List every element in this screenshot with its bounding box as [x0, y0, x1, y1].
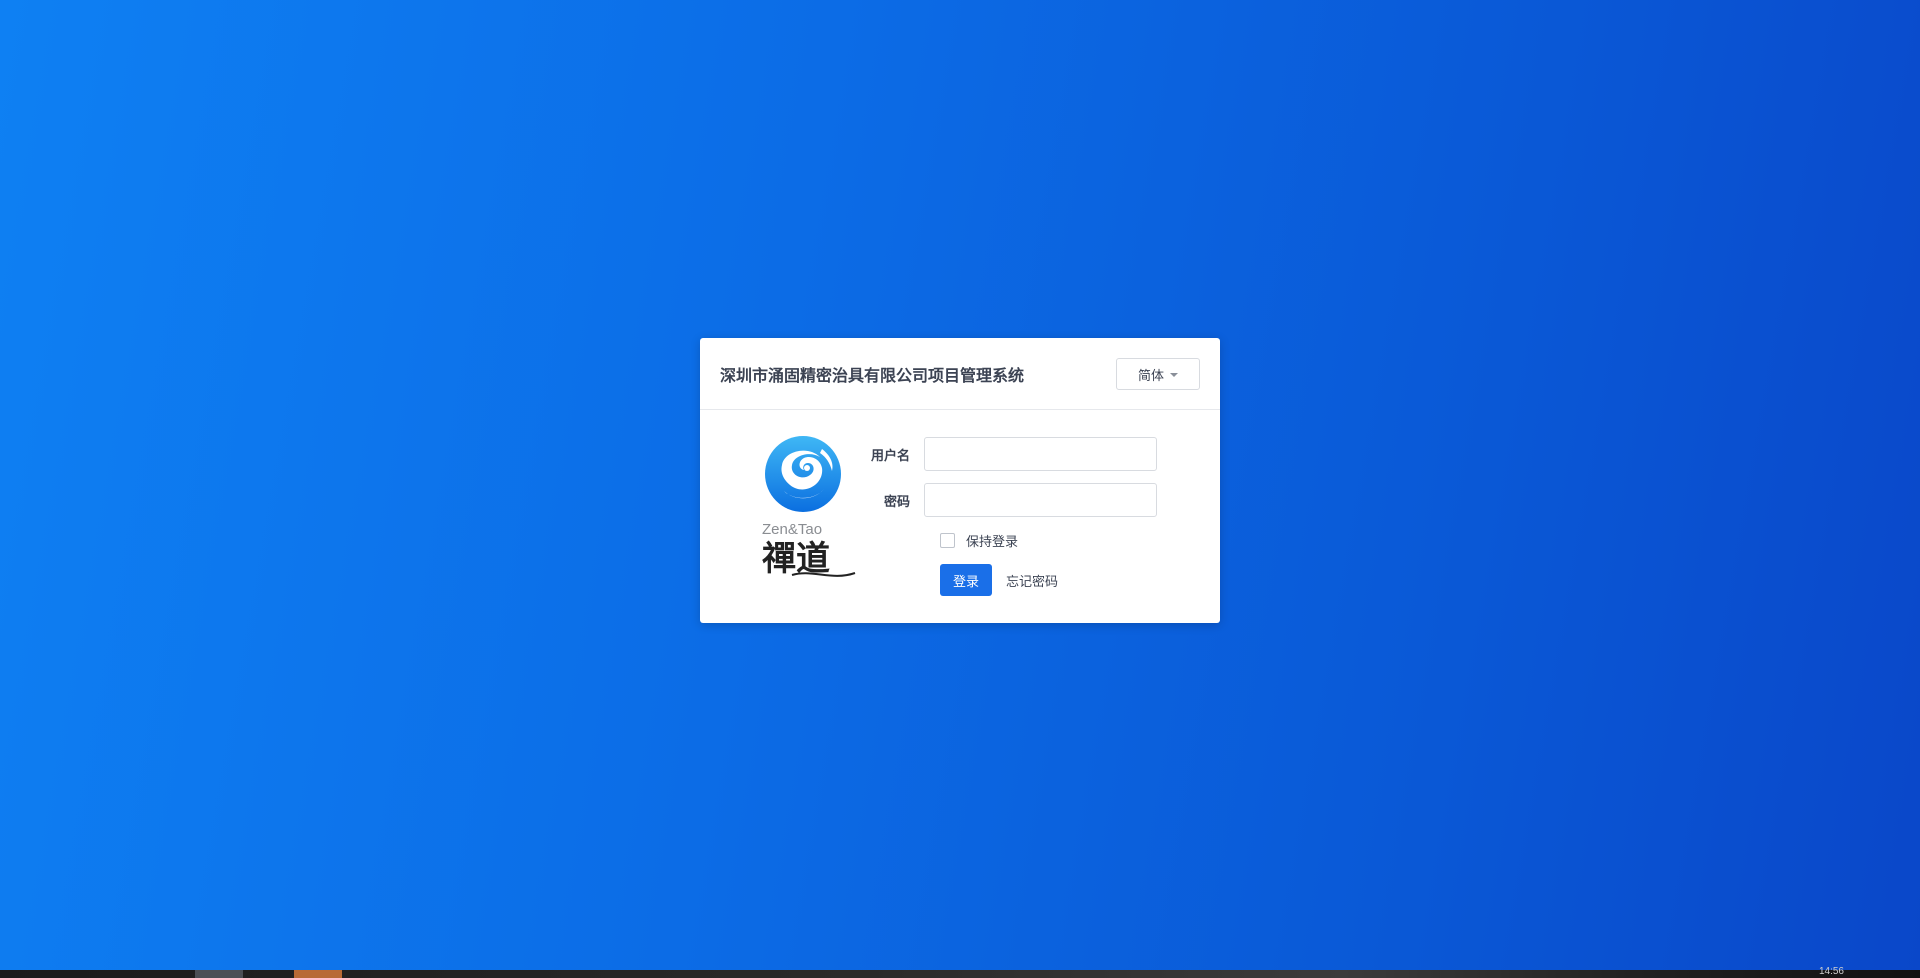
system-title: 深圳市涌固精密治具有限公司项目管理系统: [720, 366, 1025, 385]
keep-login-checkbox[interactable]: [940, 533, 955, 548]
language-label: 简体: [1137, 368, 1164, 384]
keep-login-label[interactable]: 保持登录: [966, 531, 1018, 550]
taskbar-app-1[interactable]: [195, 970, 243, 978]
forgot-password-link[interactable]: 忘记密码: [1006, 571, 1058, 590]
logo-english-text: Zen&Tao: [762, 521, 823, 538]
svg-text:禪道: 禪道: [762, 539, 830, 579]
login-panel-header: 深圳市涌固精密治具有限公司项目管理系统 简体: [700, 338, 1220, 410]
password-row: 密码: [860, 483, 1157, 517]
taskbar-clock: 14:56: [1818, 966, 1844, 977]
username-label: 用户名: [870, 448, 910, 464]
taskbar-app-2[interactable]: [294, 970, 342, 978]
zentao-logo: Zen&Tao 禪道: [762, 435, 857, 580]
login-actions: 登录 忘记密码: [940, 564, 1058, 596]
login-button[interactable]: 登录: [940, 564, 992, 596]
logo-chinese-text: 禪道: [762, 539, 856, 579]
zentao-swirl-icon: [765, 436, 841, 512]
password-input[interactable]: [924, 483, 1157, 517]
login-panel: 深圳市涌固精密治具有限公司项目管理系统 简体 Zen&Tao 禪道 用户名 密码…: [700, 338, 1220, 623]
taskbar: 14:56: [0, 966, 1920, 978]
language-dropdown-button[interactable]: 简体: [1116, 358, 1200, 390]
caret-down-icon: [1170, 373, 1178, 377]
username-input[interactable]: [924, 437, 1157, 471]
username-row: 用户名: [860, 437, 1157, 471]
keep-login-row: 保持登录: [940, 531, 1018, 550]
password-label: 密码: [883, 494, 910, 510]
